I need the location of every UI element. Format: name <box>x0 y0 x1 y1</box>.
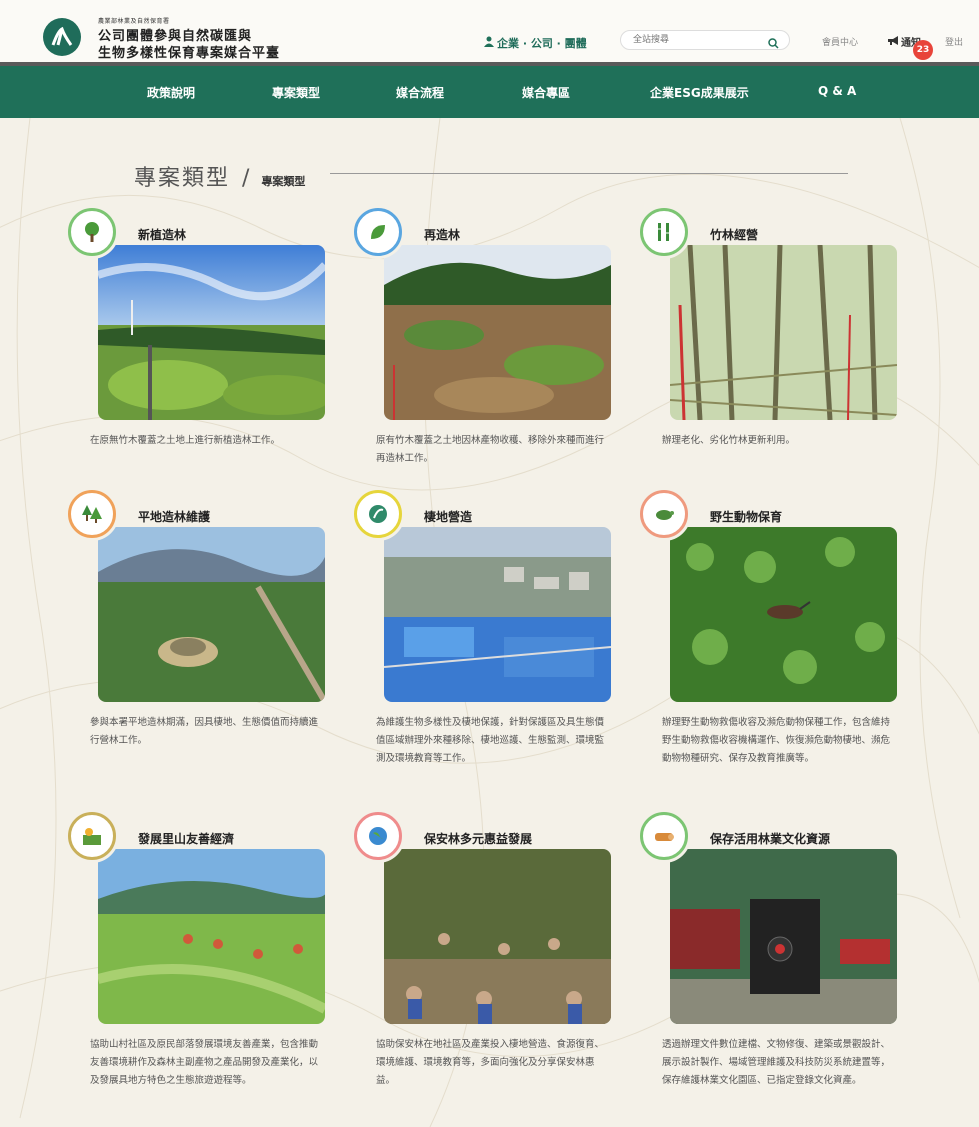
nav-project-types[interactable]: 專案類型 <box>272 84 320 101</box>
search-input[interactable] <box>631 34 765 46</box>
nav-qa[interactable]: Q & A <box>818 84 856 98</box>
satoyama-icon <box>68 812 116 860</box>
top-header: 農業部林業及自然保育署 公司團體參與自然碳匯與 生物多樣性保育專案媒合平臺 企業… <box>0 0 979 66</box>
card-description: 原有竹木覆蓋之土地因林產物收穫、移除外來種而進行再造林工作。 <box>376 435 605 464</box>
agency-name: 農業部林業及自然保育署 <box>98 18 170 25</box>
logout-link[interactable]: 登出 <box>945 35 963 48</box>
notification-count-badge: 23 <box>913 40 933 60</box>
card-description: 辦理野生動物救傷收容及瀕危動物保種工作，包含維持野生動物救傷收容機構運作、恢復瀕… <box>662 717 891 764</box>
tree-icon <box>68 208 116 256</box>
card-title: 竹林經營 <box>710 228 759 242</box>
main-navigation: 政策說明 專案類型 媒合流程 媒合專區 企業ESG成果展示 Q & A <box>0 66 979 118</box>
nav-matching-process[interactable]: 媒合流程 <box>396 84 444 101</box>
breadcrumb[interactable]: 專案類型 <box>261 173 305 189</box>
card-description: 在原無竹木覆蓋之土地上進行新植造林工作。 <box>90 435 281 446</box>
site-title-line2[interactable]: 生物多樣性保育專案媒合平臺 <box>98 42 280 61</box>
card-title: 發展里山友善經濟 <box>138 832 235 846</box>
page-heading: 專案類型 / 專案類型 <box>134 160 305 192</box>
card-image[interactable] <box>670 527 897 702</box>
card-description: 協助山村社區及原民部落發展環境友善產業，包含推動友善環境耕作及森林主副產物之產品… <box>90 1039 319 1086</box>
agency-logo-icon[interactable] <box>43 18 81 56</box>
card-title: 保存活用林業文化資源 <box>710 832 831 846</box>
person-icon <box>484 36 494 50</box>
wood-icon <box>640 812 688 860</box>
card-image[interactable] <box>98 245 325 420</box>
card-image[interactable] <box>670 849 897 1024</box>
card-title: 棲地營造 <box>424 510 473 524</box>
card-title: 保安林多元惠益發展 <box>424 832 533 846</box>
heading-divider <box>330 173 848 174</box>
card-image[interactable] <box>98 849 325 1024</box>
card-description: 為維護生物多樣性及棲地保護，針對保護區及具生態價值區域辦理外來種移除、棲地巡護、… <box>376 717 605 764</box>
card-description: 透過辦理文件數位建檔、文物修復、建築或景觀設計、展示設計製作、場域管理維護及科技… <box>662 1039 891 1086</box>
card-description: 參與本署平地造林期滿，因具棲地、生態價值而持續進行營林工作。 <box>90 717 319 746</box>
card-title: 再造林 <box>424 228 461 242</box>
nav-policy[interactable]: 政策說明 <box>147 84 195 101</box>
nav-esg-showcase[interactable]: 企業ESG成果展示 <box>650 84 749 101</box>
globe-icon <box>354 812 402 860</box>
leaf-icon <box>354 208 402 256</box>
card-image[interactable] <box>384 849 611 1024</box>
audience-label[interactable]: 企業 · 公司 · 團體 <box>484 35 587 51</box>
card-title: 平地造林維護 <box>138 510 211 524</box>
member-center-link[interactable]: 會員中心 <box>822 35 858 48</box>
card-image[interactable] <box>384 245 611 420</box>
nav-matching-zone[interactable]: 媒合專區 <box>522 84 570 101</box>
audience-text: 企業 · 公司 · 團體 <box>497 37 587 50</box>
habitat-icon <box>354 490 402 538</box>
card-description: 辦理老化、劣化竹林更新利用。 <box>662 435 796 446</box>
page-title: 專案類型 <box>134 166 231 191</box>
card-image[interactable] <box>384 527 611 702</box>
card-image[interactable] <box>98 527 325 702</box>
heading-separator: / <box>242 166 250 191</box>
card-title: 新植造林 <box>138 228 187 242</box>
search-icon[interactable] <box>768 34 779 53</box>
card-description: 協助保安林在地社區及產業投入棲地營造、食源復育、環境維護、環境教育等，多面向強化… <box>376 1039 605 1086</box>
megaphone-icon <box>887 35 899 49</box>
bamboo-icon <box>640 208 688 256</box>
turtle-icon <box>640 490 688 538</box>
forest-icon <box>68 490 116 538</box>
card-title: 野生動物保育 <box>710 510 783 524</box>
card-image[interactable] <box>670 245 897 420</box>
search-box <box>620 30 790 50</box>
